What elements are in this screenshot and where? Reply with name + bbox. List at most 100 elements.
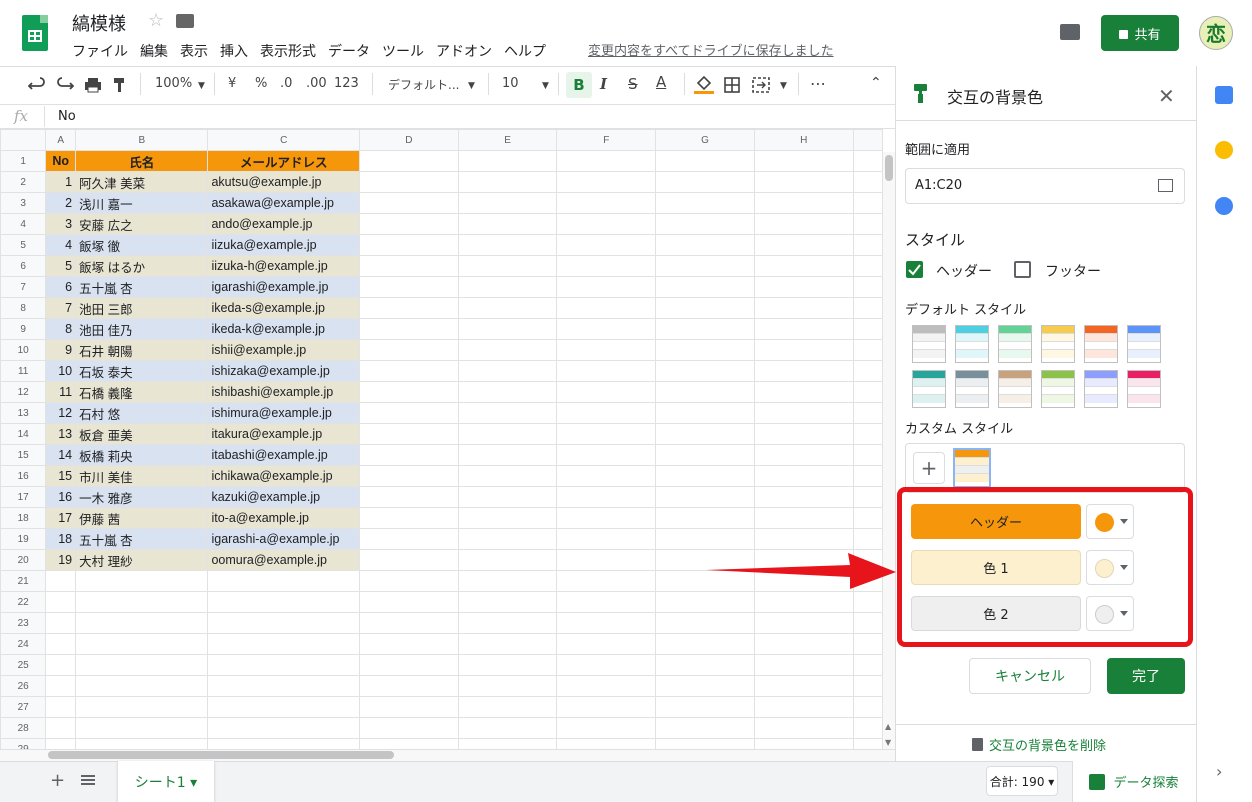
add-custom-style-button[interactable]: + — [913, 452, 945, 484]
cell[interactable]: iizuka-h@example.jp — [207, 255, 361, 277]
cell[interactable]: 9 — [45, 339, 77, 361]
row-header[interactable]: 15 — [0, 444, 47, 466]
cell[interactable] — [207, 675, 361, 697]
row-header[interactable]: 11 — [0, 360, 47, 382]
cell[interactable] — [852, 654, 883, 676]
cell[interactable] — [753, 171, 854, 193]
cell[interactable] — [852, 633, 883, 655]
column-header[interactable]: A — [45, 129, 77, 151]
cell[interactable]: 池田 佳乃 — [75, 318, 209, 340]
cell[interactable] — [852, 339, 883, 361]
save-status-link[interactable]: 変更内容をすべてドライブに保存しました — [588, 40, 834, 59]
row-header[interactable]: 25 — [0, 654, 47, 676]
cell[interactable] — [852, 297, 883, 319]
cell[interactable] — [207, 738, 361, 749]
cell[interactable] — [457, 696, 558, 718]
cell[interactable] — [556, 234, 657, 256]
percent-button[interactable]: % — [255, 76, 267, 91]
cell[interactable] — [655, 423, 755, 445]
color2-picker[interactable] — [1086, 596, 1134, 631]
cell[interactable]: 氏名 — [75, 150, 209, 172]
row-header[interactable]: 14 — [0, 423, 47, 445]
row-header[interactable]: 16 — [0, 465, 47, 487]
table-row[interactable]: 6 5 飯塚 はるか iizuka-h@example.jp — [0, 255, 883, 277]
zoom-select[interactable]: 100% — [155, 76, 192, 91]
keep-icon[interactable] — [1215, 141, 1233, 159]
cell[interactable] — [556, 360, 657, 382]
done-button[interactable]: 完了 — [1107, 658, 1185, 694]
default-style-swatch[interactable] — [912, 325, 946, 363]
cell[interactable]: 五十嵐 杏 — [75, 528, 209, 550]
cell[interactable] — [655, 213, 755, 235]
cell[interactable]: 2 — [45, 192, 77, 214]
print-icon[interactable] — [84, 77, 102, 93]
cell[interactable] — [359, 255, 459, 277]
cell[interactable] — [457, 171, 558, 193]
cell[interactable] — [852, 213, 883, 235]
cell[interactable] — [753, 213, 854, 235]
cell[interactable] — [556, 486, 657, 508]
cell[interactable] — [359, 738, 459, 749]
cell[interactable] — [753, 276, 854, 298]
zoom-dropdown-icon[interactable]: ▼ — [198, 81, 205, 91]
table-row[interactable]: 23 — [0, 612, 883, 634]
cell[interactable] — [45, 717, 77, 739]
cell[interactable]: 10 — [45, 360, 77, 382]
cell[interactable] — [852, 696, 883, 718]
cell[interactable]: 6 — [45, 276, 77, 298]
cell[interactable] — [457, 507, 558, 529]
cell[interactable] — [655, 276, 755, 298]
cell[interactable] — [359, 360, 459, 382]
cell[interactable] — [852, 444, 883, 466]
folder-icon[interactable] — [176, 14, 194, 28]
cell[interactable]: 19 — [45, 549, 77, 571]
cell[interactable] — [45, 612, 77, 634]
row-header[interactable]: 29 — [0, 738, 47, 749]
table-row[interactable]: 9 8 池田 佳乃 ikeda-k@example.jp — [0, 318, 883, 340]
cell[interactable] — [457, 570, 558, 592]
cell[interactable] — [75, 612, 209, 634]
default-style-swatch[interactable] — [1041, 370, 1075, 408]
table-row[interactable]: 26 — [0, 675, 883, 697]
sheets-logo-icon[interactable] — [22, 15, 48, 51]
color1-picker[interactable] — [1086, 550, 1134, 585]
cell[interactable] — [359, 234, 459, 256]
default-style-swatch[interactable] — [912, 370, 946, 408]
column-header[interactable]: D — [359, 129, 459, 151]
horizontal-scroll-thumb[interactable] — [48, 751, 394, 759]
cell[interactable] — [753, 465, 854, 487]
cell[interactable] — [359, 696, 459, 718]
more-tools-button[interactable]: ⋯ — [810, 74, 826, 93]
font-size-dropdown-icon[interactable]: ▼ — [542, 81, 549, 91]
row-header[interactable]: 28 — [0, 717, 47, 739]
undo-icon[interactable] — [28, 77, 46, 93]
cell[interactable] — [359, 192, 459, 214]
table-row[interactable]: 27 — [0, 696, 883, 718]
table-row[interactable]: 13 12 石村 悠 ishimura@example.jp — [0, 402, 883, 424]
cell[interactable] — [457, 675, 558, 697]
cell[interactable] — [457, 423, 558, 445]
cell[interactable] — [457, 276, 558, 298]
scroll-down-icon[interactable]: ▼ — [885, 738, 891, 747]
default-style-swatch[interactable] — [998, 325, 1032, 363]
cell[interactable] — [556, 696, 657, 718]
cell[interactable] — [655, 255, 755, 277]
menu-file[interactable]: ファイル — [72, 41, 128, 61]
cell[interactable] — [655, 465, 755, 487]
cell[interactable] — [753, 738, 854, 749]
cell[interactable] — [753, 675, 854, 697]
cell[interactable] — [359, 213, 459, 235]
row-header[interactable]: 8 — [0, 297, 47, 319]
cell[interactable]: 17 — [45, 507, 77, 529]
cell[interactable] — [852, 486, 883, 508]
cell[interactable] — [359, 465, 459, 487]
cell[interactable] — [753, 696, 854, 718]
cell[interactable] — [457, 612, 558, 634]
select-range-icon[interactable] — [1158, 179, 1173, 192]
cell[interactable]: 8 — [45, 318, 77, 340]
row-header[interactable]: 3 — [0, 192, 47, 214]
cell[interactable] — [75, 738, 209, 749]
cell[interactable] — [753, 444, 854, 466]
cell[interactable] — [556, 276, 657, 298]
cell[interactable]: 阿久津 美菜 — [75, 171, 209, 193]
